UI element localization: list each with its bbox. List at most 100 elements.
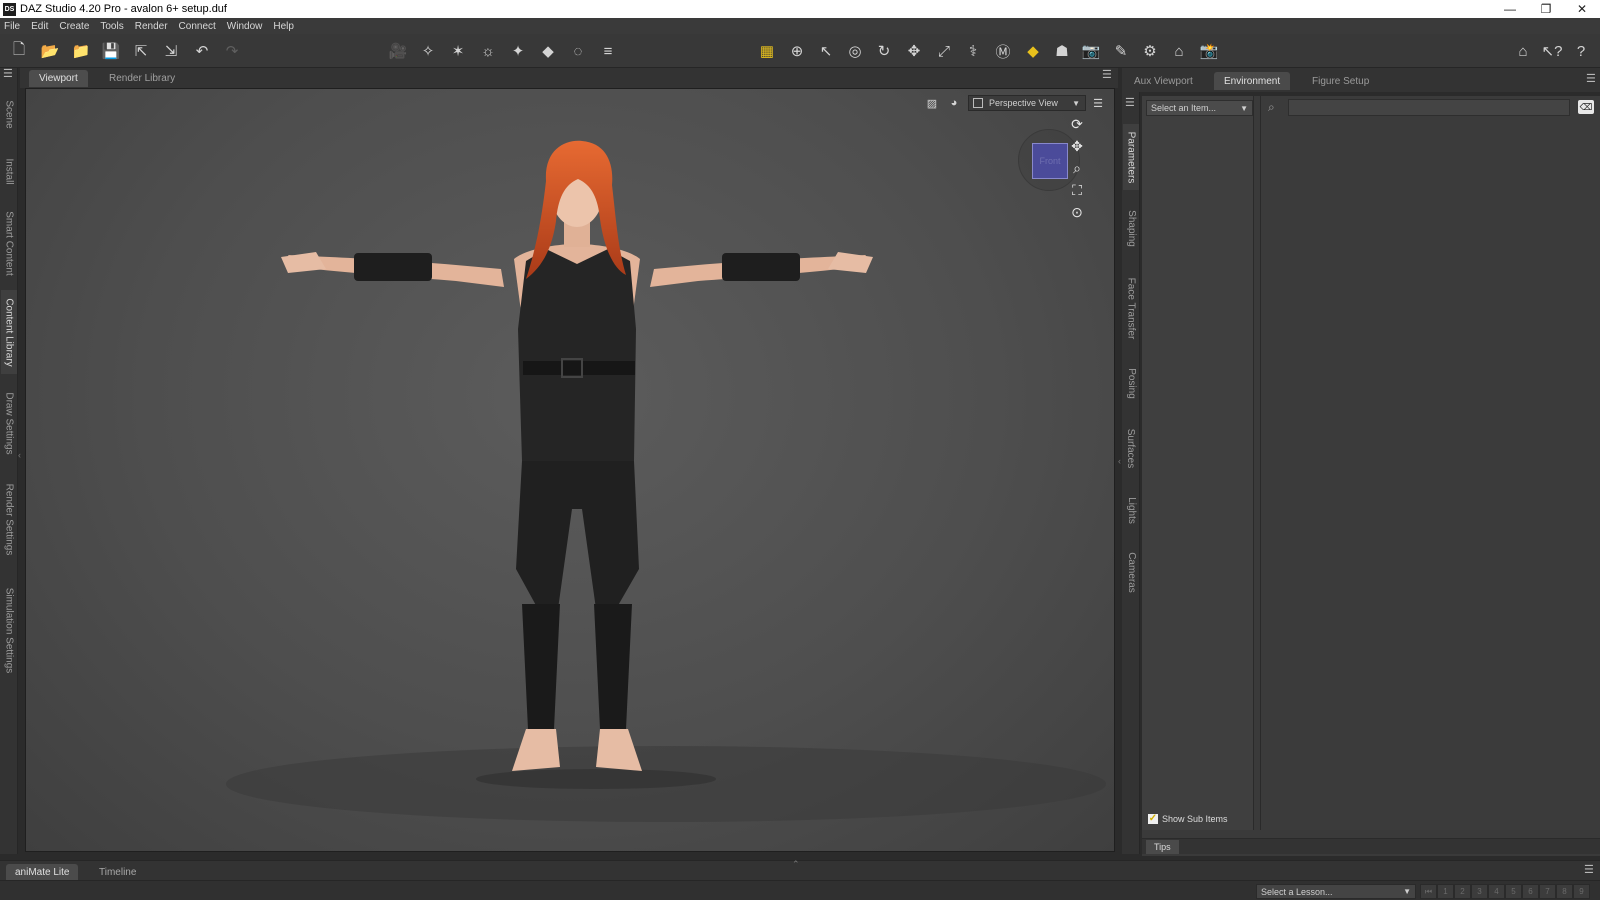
lesson-step[interactable]: 3 <box>1471 884 1488 899</box>
help-icon[interactable]: ? <box>1570 40 1592 62</box>
bottom-splitter-handle[interactable]: ⌃ <box>792 859 800 870</box>
tab-animate-lite[interactable]: aniMate Lite <box>6 864 79 880</box>
right-pane-menu-icon[interactable]: ☰ <box>1586 72 1596 85</box>
new-file-icon[interactable]: 🗋 <box>8 40 30 62</box>
view-cube[interactable]: Front <box>1032 143 1068 179</box>
tab-install[interactable]: Install <box>1 146 17 196</box>
viewport-tabs-menu-icon[interactable]: ☰ <box>1102 68 1112 81</box>
merge-file-icon[interactable]: 📁 <box>70 40 92 62</box>
undo-icon[interactable]: ↶ <box>191 40 213 62</box>
left-pane-menu-icon[interactable]: ☰ <box>3 67 13 80</box>
right-splitter-handle[interactable]: ‹ <box>1118 456 1121 466</box>
parameters-search-input[interactable] <box>1288 99 1570 116</box>
redo-icon[interactable]: ↷ <box>221 40 243 62</box>
save-file-icon[interactable]: 💾 <box>100 40 122 62</box>
surface-selection-icon[interactable]: ◆ <box>1022 40 1044 62</box>
daz-home-icon[interactable]: ⌂ <box>1512 40 1534 62</box>
viewport-menu-icon[interactable]: ☰ <box>1090 95 1106 111</box>
import-icon[interactable]: ⇱ <box>130 40 152 62</box>
menu-window[interactable]: Window <box>227 21 263 32</box>
tab-render-settings[interactable]: Render Settings <box>1 472 17 566</box>
camera-select[interactable]: Perspective View ▼ <box>968 95 1086 111</box>
rotate-tool-icon[interactable]: ↻ <box>873 40 895 62</box>
iray-section-icon[interactable]: ⚙ <box>1139 40 1161 62</box>
translate-tool-icon[interactable]: ✥ <box>903 40 925 62</box>
create-linearlight-icon[interactable]: ✦ <box>507 40 529 62</box>
create-primitive-icon[interactable]: ◆ <box>537 40 559 62</box>
menu-file[interactable]: File <box>4 21 20 32</box>
clear-search-icon[interactable]: ⌫ <box>1578 100 1594 114</box>
figure-setup-icon[interactable]: ☗ <box>1051 40 1073 62</box>
create-pointlight-icon[interactable]: ✶ <box>447 40 469 62</box>
lesson-step[interactable]: 6 <box>1522 884 1539 899</box>
node-selection-icon[interactable]: ↖ <box>815 40 837 62</box>
reset-view-icon[interactable]: ⊙ <box>1068 203 1086 221</box>
toggle-drawstyle-icon[interactable]: ▨ <box>924 95 940 111</box>
lesson-step[interactable]: 4 <box>1488 884 1505 899</box>
tab-environment[interactable]: Environment <box>1214 72 1291 90</box>
tab-tips[interactable]: Tips <box>1146 839 1179 854</box>
left-splitter-handle[interactable]: ‹ <box>18 450 21 460</box>
create-spotlight-icon[interactable]: ✧ <box>417 40 439 62</box>
tab-surfaces[interactable]: Surfaces <box>1123 418 1139 478</box>
tab-posing[interactable]: Posing <box>1123 358 1139 408</box>
frame-icon[interactable]: ⛶ <box>1068 181 1086 199</box>
parameters-pane-menu-icon[interactable]: ☰ <box>1125 96 1135 109</box>
bottom-pane-menu-icon[interactable]: ☰ <box>1584 863 1594 876</box>
tab-face-transfer[interactable]: Face Transfer <box>1123 268 1139 348</box>
menu-connect[interactable]: Connect <box>179 21 216 32</box>
tab-timeline[interactable]: Timeline <box>90 864 145 880</box>
whats-this-icon[interactable]: ↖? <box>1541 40 1563 62</box>
render-settings-icon[interactable]: ⌂ <box>1168 40 1190 62</box>
menu-create[interactable]: Create <box>59 21 89 32</box>
scale-tool-icon[interactable]: ⤢ <box>933 40 955 62</box>
drawstyle-menu-icon[interactable]: ◕ <box>946 95 962 111</box>
show-sub-items-checkbox[interactable]: ✓ <box>1148 814 1158 824</box>
pan-icon[interactable]: ✥ <box>1068 137 1086 155</box>
joint-editor-icon[interactable]: ⚕ <box>962 40 984 62</box>
create-null-icon[interactable]: ◌ <box>567 40 589 62</box>
menu-help[interactable]: Help <box>273 21 294 32</box>
geometry-editor-icon[interactable]: Ⓜ <box>992 40 1014 62</box>
menu-edit[interactable]: Edit <box>31 21 48 32</box>
lesson-step[interactable]: 2 <box>1454 884 1471 899</box>
tab-cameras[interactable]: Cameras <box>1123 544 1139 600</box>
toolbar-menu-icon[interactable]: ≡ <box>597 40 619 62</box>
minimize-button[interactable]: — <box>1492 0 1528 18</box>
viewport-tool-icon[interactable]: ▦ <box>756 40 778 62</box>
restore-button[interactable]: ❐ <box>1528 0 1564 18</box>
create-camera-icon[interactable]: 🎥 <box>387 40 409 62</box>
tab-simulation-settings[interactable]: Simulation Settings <box>1 576 17 684</box>
tab-draw-settings[interactable]: Draw Settings <box>1 382 17 464</box>
3d-viewport[interactable]: ▨ ◕ Perspective View ▼ ☰ Front ⟳ ✥ ⌕ ⛶ ⊙ <box>25 88 1115 852</box>
close-button[interactable]: ✕ <box>1564 0 1600 18</box>
camera-tool-icon[interactable]: 📷 <box>1080 40 1102 62</box>
pose-tool-icon[interactable]: ✎ <box>1110 40 1132 62</box>
lesson-step[interactable]: 7 <box>1539 884 1556 899</box>
open-file-icon[interactable]: 📂 <box>39 40 61 62</box>
tab-figure-setup[interactable]: Figure Setup <box>1302 72 1379 90</box>
lesson-step[interactable]: 1 <box>1437 884 1454 899</box>
menu-tools[interactable]: Tools <box>100 21 123 32</box>
tab-content-library[interactable]: Content Library <box>1 290 17 374</box>
lesson-step[interactable]: 5 <box>1505 884 1522 899</box>
tab-lights[interactable]: Lights <box>1123 488 1139 532</box>
select-item-dropdown[interactable]: Select an Item... ▼ <box>1146 100 1253 116</box>
orbit-icon[interactable]: ⟳ <box>1068 115 1086 133</box>
tab-aux-viewport[interactable]: Aux Viewport <box>1124 72 1203 90</box>
create-distantlight-icon[interactable]: ☼ <box>477 40 499 62</box>
zoom-icon[interactable]: ⌕ <box>1068 159 1086 177</box>
render-icon[interactable]: 📸 <box>1198 40 1220 62</box>
show-sub-items-toggle[interactable]: ✓ Show Sub Items <box>1148 814 1228 824</box>
tab-scene[interactable]: Scene <box>1 90 17 138</box>
menu-render[interactable]: Render <box>135 21 168 32</box>
tab-parameters[interactable]: Parameters <box>1123 124 1139 190</box>
tab-render-library[interactable]: Render Library <box>99 70 185 87</box>
lesson-select[interactable]: Select a Lesson... ▼ <box>1256 884 1416 899</box>
tab-shaping[interactable]: Shaping <box>1123 200 1139 256</box>
active-pose-icon[interactable]: ◎ <box>844 40 866 62</box>
lesson-step[interactable]: 9 <box>1573 884 1590 899</box>
tab-viewport[interactable]: Viewport <box>29 70 88 87</box>
universal-tool-icon[interactable]: ⊕ <box>786 40 808 62</box>
export-icon[interactable]: ⇲ <box>160 40 182 62</box>
